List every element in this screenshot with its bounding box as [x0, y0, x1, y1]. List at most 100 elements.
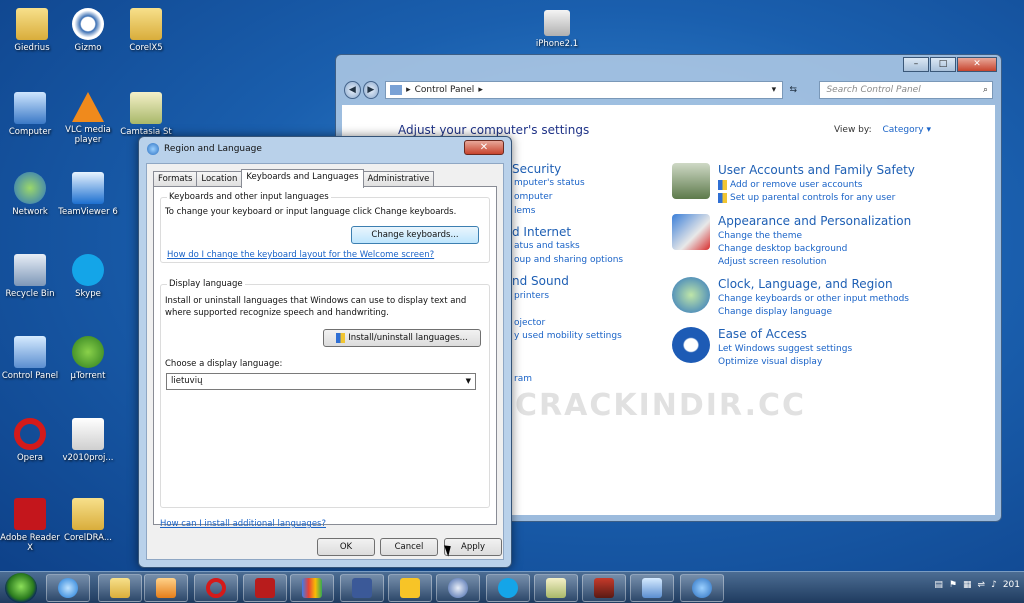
desktop-icon-utorrent[interactable]: µTorrent — [58, 336, 118, 381]
category-appearance: Appearance and Personalization Change th… — [672, 214, 911, 269]
taskbar-facebook[interactable] — [340, 574, 384, 602]
desktop-icon-teamviewer[interactable]: TeamViewer 6 — [58, 172, 118, 217]
facebook-icon — [352, 578, 372, 598]
category-link[interactable]: Change desktop background — [718, 243, 911, 256]
minimize-button[interactable]: – — [903, 57, 929, 72]
keyboard-layout-help-link[interactable]: How do I change the keyboard layout for … — [167, 250, 434, 260]
address-bar[interactable]: ▸ Control Panel ▸ ▾ — [385, 81, 784, 99]
tab-keyboards-and-languages[interactable]: Keyboards and Languages — [241, 169, 364, 188]
dialog-title-bar[interactable]: Region and Language — [147, 143, 262, 155]
dialog-title: Region and Language — [164, 144, 262, 154]
taskbar-explorer[interactable] — [98, 574, 142, 602]
category-link[interactable]: oup and sharing options — [514, 255, 623, 265]
network-globe-icon — [14, 172, 46, 204]
category-link[interactable]: ram — [514, 374, 532, 384]
dialog-close-button[interactable]: ✕ — [464, 140, 504, 155]
maximize-button[interactable]: □ — [930, 57, 956, 72]
taskbar-skype[interactable] — [486, 574, 530, 602]
view-by: View by: Category ▾ — [833, 125, 931, 135]
desktop-icon-vlc[interactable]: VLC media player — [58, 92, 118, 145]
category-link[interactable]: Optimize visual display — [718, 356, 852, 369]
desktop-icon-camtasia[interactable]: Camtasia St — [116, 92, 176, 137]
opera-icon — [206, 578, 226, 598]
category-ease-of-access: Ease of Access Let Windows suggest setti… — [672, 327, 852, 369]
desktop-icon-v2010[interactable]: v2010proj... — [58, 418, 118, 463]
breadcrumb-chevron-icon[interactable]: ▸ — [478, 85, 483, 95]
taskbar-recorder[interactable] — [582, 574, 626, 602]
desktop-icon-adobe-reader[interactable]: Adobe Reader X — [0, 498, 60, 553]
desktop-icon-iphone[interactable]: iPhone2.1 — [527, 10, 587, 49]
category-link[interactable]: ojector — [514, 318, 545, 328]
category-link[interactable]: Adjust screen resolution — [718, 256, 911, 269]
view-by-dropdown[interactable]: Category ▾ — [882, 125, 931, 135]
category-link[interactable]: Add or remove user accounts — [718, 179, 915, 192]
usb-icon[interactable]: ⇌ — [978, 580, 986, 590]
category-link[interactable]: lems — [514, 206, 536, 216]
refresh-icon[interactable]: ⇆ — [785, 81, 801, 99]
category-link[interactable]: y used mobility settings — [514, 331, 622, 341]
close-button[interactable]: ✕ — [957, 57, 997, 72]
desktop-icon-coreldraw[interactable]: CorelDRA... — [58, 498, 118, 543]
cancel-button[interactable]: Cancel — [380, 538, 438, 556]
language-icon[interactable]: ▤ — [934, 580, 943, 590]
folder-icon — [110, 578, 130, 598]
taskbar-media-player[interactable] — [144, 574, 188, 602]
address-dropdown-icon[interactable]: ▾ — [772, 85, 777, 95]
change-keyboards-button[interactable]: Change keyboards... — [351, 226, 479, 244]
desktop-icon-corelx5[interactable]: CorelX5 — [116, 8, 176, 53]
category-title[interactable]: Ease of Access — [718, 327, 852, 341]
category-link[interactable]: Change display language — [718, 306, 909, 319]
display-language-select[interactable]: lietuvių ▼ — [166, 373, 476, 390]
taskbar-opera[interactable] — [194, 574, 238, 602]
desktop-icon-control-panel[interactable]: Control Panel — [0, 336, 60, 381]
taskbar-ie[interactable] — [46, 574, 90, 602]
breadcrumb[interactable]: Control Panel — [415, 85, 475, 95]
desktop-icon-recycle-bin[interactable]: Recycle Bin — [0, 254, 60, 299]
taskbar-app[interactable] — [436, 574, 480, 602]
taskbar-region-dialog[interactable] — [680, 574, 724, 602]
user-accounts-icon — [672, 163, 710, 199]
taskbar-camtasia[interactable] — [534, 574, 578, 602]
category-link[interactable]: mputer's status — [514, 178, 585, 188]
install-uninstall-languages-button[interactable]: Install/uninstall languages... — [323, 329, 481, 347]
category-link[interactable]: Change the theme — [718, 230, 911, 243]
taskbar-sticky[interactable] — [388, 574, 432, 602]
start-button[interactable] — [5, 573, 37, 603]
back-button[interactable]: ◀ — [344, 81, 361, 99]
desktop-icon-network[interactable]: Network — [0, 172, 60, 217]
search-icon[interactable]: ⌕ — [983, 85, 988, 95]
volume-icon[interactable]: ♪ — [991, 580, 997, 590]
network-tray-icon[interactable]: ▦ — [963, 580, 972, 590]
forward-button[interactable]: ▶ — [362, 81, 380, 99]
taskbar-control-panel[interactable] — [630, 574, 674, 602]
taskbar-google[interactable] — [290, 574, 334, 602]
tab-administrative[interactable]: Administrative — [362, 171, 435, 187]
desktop-icon-opera[interactable]: Opera — [0, 418, 60, 463]
category-title-security[interactable]: Security — [512, 162, 561, 176]
category-link[interactable]: atus and tasks — [514, 241, 580, 251]
category-link[interactable]: omputer — [514, 192, 552, 202]
clock[interactable]: 201 — [1003, 580, 1020, 590]
folder-icon — [72, 498, 104, 530]
ok-button[interactable]: OK — [317, 538, 375, 556]
category-link[interactable]: printers — [514, 291, 549, 301]
category-title-network[interactable]: d Internet — [512, 225, 571, 239]
category-link[interactable]: Change keyboards or other input methods — [718, 293, 909, 306]
search-input[interactable]: Search Control Panel ⌕ — [819, 81, 993, 99]
category-title-sound[interactable]: nd Sound — [512, 274, 569, 288]
category-title[interactable]: Clock, Language, and Region — [718, 277, 909, 291]
desktop-icon-gizmo[interactable]: Gizmo — [58, 8, 118, 53]
flag-icon[interactable]: ⚑ — [949, 580, 957, 590]
desktop-icon-giedrius[interactable]: Giedrius — [2, 8, 62, 53]
category-title[interactable]: User Accounts and Family Safety — [718, 163, 915, 177]
taskbar-filezilla[interactable] — [243, 574, 287, 602]
category-link[interactable]: Let Windows suggest settings — [718, 343, 852, 356]
tab-location[interactable]: Location — [196, 171, 243, 187]
desktop-icon-computer[interactable]: Computer — [0, 92, 60, 137]
desktop-icon-skype[interactable]: Skype — [58, 254, 118, 299]
category-link[interactable]: Set up parental controls for any user — [718, 192, 915, 205]
tab-formats[interactable]: Formats — [153, 171, 198, 187]
vlc-cone-icon — [72, 92, 104, 122]
install-languages-help-link[interactable]: How can I install additional languages? — [160, 519, 326, 529]
category-title[interactable]: Appearance and Personalization — [718, 214, 911, 228]
